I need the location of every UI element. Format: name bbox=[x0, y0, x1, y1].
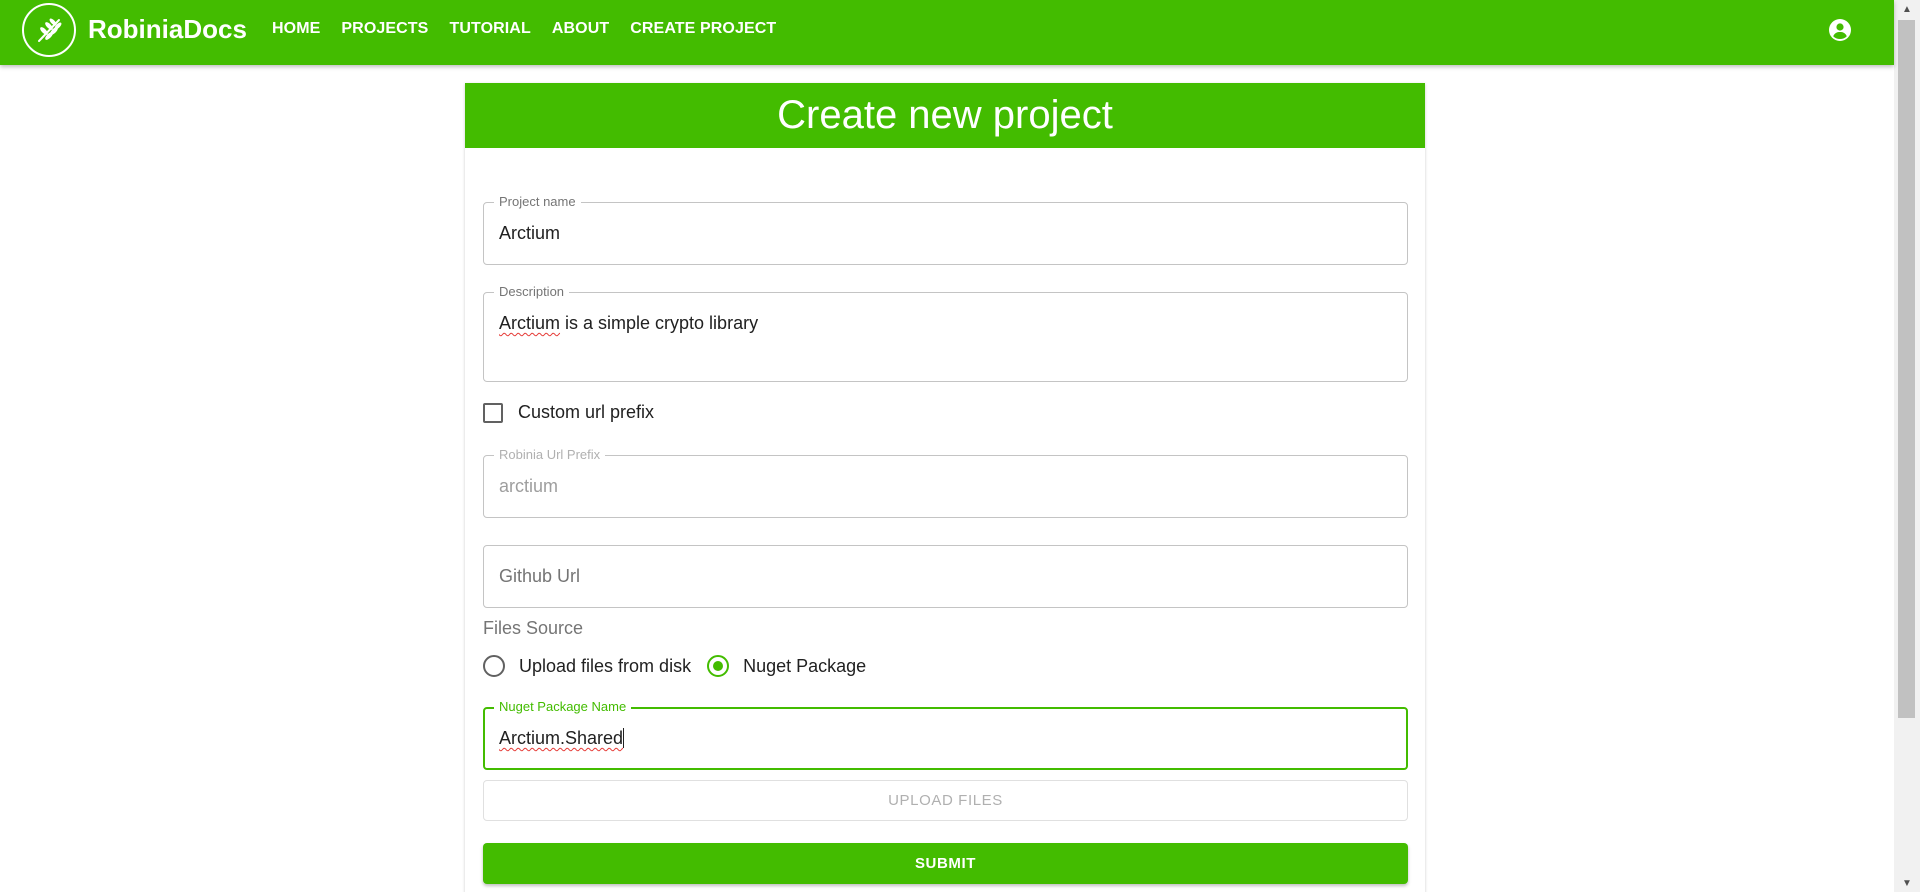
github-url-field[interactable]: Github Url bbox=[483, 545, 1408, 608]
nuget-package-name-field[interactable]: Nuget Package Name Arctium.Shared bbox=[483, 699, 1408, 770]
radio-unchecked-icon[interactable] bbox=[483, 655, 505, 677]
page-scrollbar[interactable]: ▲ ▼ bbox=[1894, 0, 1920, 892]
radio-nuget-package[interactable]: Nuget Package bbox=[707, 655, 866, 677]
project-name-label: Project name bbox=[494, 194, 581, 209]
scroll-up-arrow-icon[interactable]: ▲ bbox=[1894, 0, 1920, 18]
project-name-value: Arctium bbox=[499, 223, 561, 243]
brand-name[interactable]: RobiniaDocs bbox=[88, 14, 247, 45]
nav-home[interactable]: HOME bbox=[272, 20, 320, 38]
radio-upload-label: Upload files from disk bbox=[519, 655, 692, 676]
url-prefix-label: Robinia Url Prefix bbox=[494, 447, 606, 462]
description-label: Description bbox=[494, 284, 570, 299]
radio-checked-icon[interactable] bbox=[707, 655, 730, 677]
custom-url-prefix-checkbox[interactable]: Custom url prefix bbox=[483, 402, 654, 423]
account-circle-icon[interactable] bbox=[1828, 18, 1852, 42]
files-source-label: Files Source bbox=[483, 618, 584, 638]
files-source-radio-group: Upload files from disk Nuget Package bbox=[483, 655, 882, 677]
card-header: Create new project bbox=[465, 83, 1425, 148]
create-project-card: Create new project Project name Arctium … bbox=[465, 83, 1425, 892]
page-title: Create new project bbox=[777, 93, 1113, 137]
checkbox-box[interactable] bbox=[483, 402, 503, 423]
radio-nuget-label: Nuget Package bbox=[743, 655, 867, 676]
nuget-package-name-label: Nuget Package Name bbox=[494, 699, 632, 714]
submit-button[interactable]: SUBMIT bbox=[483, 843, 1408, 884]
radio-upload-from-disk[interactable]: Upload files from disk bbox=[483, 655, 691, 677]
scroll-thumb[interactable] bbox=[1898, 20, 1915, 718]
description-value: Arctium is a simple crypto library bbox=[499, 313, 759, 333]
github-url-placeholder: Github Url bbox=[499, 566, 581, 586]
url-prefix-value: arctium bbox=[499, 476, 559, 496]
description-field[interactable]: Description Arctium is a simple crypto l… bbox=[483, 284, 1408, 382]
project-name-field[interactable]: Project name Arctium bbox=[483, 194, 1408, 265]
upload-files-button: UPLOAD FILES bbox=[483, 780, 1408, 821]
nav-create-project[interactable]: CREATE PROJECT bbox=[630, 20, 776, 38]
scroll-down-arrow-icon[interactable]: ▼ bbox=[1894, 874, 1920, 892]
nuget-package-name-value: Arctium.Shared bbox=[499, 728, 625, 748]
nav-projects[interactable]: PROJECTS bbox=[341, 20, 428, 38]
nav-about[interactable]: ABOUT bbox=[552, 20, 609, 38]
url-prefix-field: Robinia Url Prefix arctium bbox=[483, 447, 1408, 518]
robinia-leaf-icon[interactable] bbox=[22, 3, 76, 57]
text-caret bbox=[623, 728, 625, 748]
main-nav: HOME PROJECTS TUTORIAL ABOUT CREATE PROJ… bbox=[272, 20, 797, 38]
app-bar: RobiniaDocs HOME PROJECTS TUTORIAL ABOUT… bbox=[0, 0, 1894, 65]
nav-tutorial[interactable]: TUTORIAL bbox=[449, 20, 530, 38]
custom-url-prefix-label: Custom url prefix bbox=[518, 402, 655, 422]
